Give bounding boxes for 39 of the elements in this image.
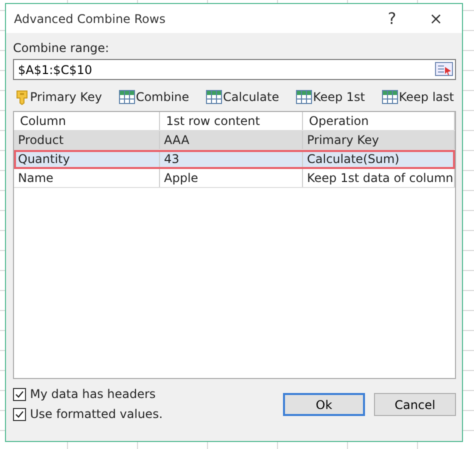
- table-cell: Product: [14, 131, 160, 149]
- table-cell: Primary Key: [303, 131, 455, 149]
- toolbar-button[interactable]: Combine: [118, 89, 190, 105]
- column-header: 1st row content: [160, 112, 303, 130]
- close-button[interactable]: ×: [418, 9, 454, 28]
- table-icon: [382, 90, 398, 104]
- checkbox-label: My data has headers: [30, 387, 156, 401]
- range-label: Combine range:: [13, 41, 110, 55]
- table-row[interactable]: Quantity 43 Calculate(Sum): [14, 150, 455, 169]
- table-row[interactable]: Name Apple Keep 1st data of column: [14, 169, 455, 188]
- table-icon: [206, 90, 222, 104]
- toolbar-button[interactable]: Primary Key: [15, 89, 102, 105]
- range-select-icon[interactable]: [435, 62, 453, 76]
- table-cell: AAA: [160, 131, 303, 149]
- toolbar-button[interactable]: Keep last: [382, 89, 454, 105]
- check-icon: [15, 410, 24, 418]
- table-cell: Calculate(Sum): [303, 150, 455, 168]
- dialog-button[interactable]: Cancel: [374, 393, 456, 416]
- column-header: Operation: [303, 112, 455, 130]
- table-cell: Keep 1st data of column: [303, 169, 455, 187]
- help-button[interactable]: ?: [374, 9, 410, 28]
- checkbox[interactable]: [13, 408, 26, 420]
- table-icon: [296, 90, 312, 104]
- table-cell: Quantity: [14, 150, 160, 168]
- table-cell: Apple: [160, 169, 303, 187]
- check-icon: [15, 390, 24, 398]
- toolbar-button[interactable]: Keep 1st: [296, 89, 365, 105]
- checkbox[interactable]: [13, 388, 26, 400]
- table-cell: Name: [14, 169, 160, 187]
- range-field[interactable]: $A$1:$C$10: [13, 59, 456, 80]
- dialog-button[interactable]: Ok: [283, 393, 365, 416]
- table-row[interactable]: Product AAA Primary Key: [14, 131, 455, 150]
- column-header: Column: [14, 112, 160, 130]
- toolbar-button[interactable]: Calculate: [206, 89, 280, 105]
- table-icon: [118, 90, 135, 104]
- window-title: Advanced Combine Rows: [14, 12, 166, 26]
- table-cell: 43: [160, 150, 303, 168]
- checkbox-label: Use formatted values.: [30, 407, 163, 421]
- key-icon: [15, 89, 29, 105]
